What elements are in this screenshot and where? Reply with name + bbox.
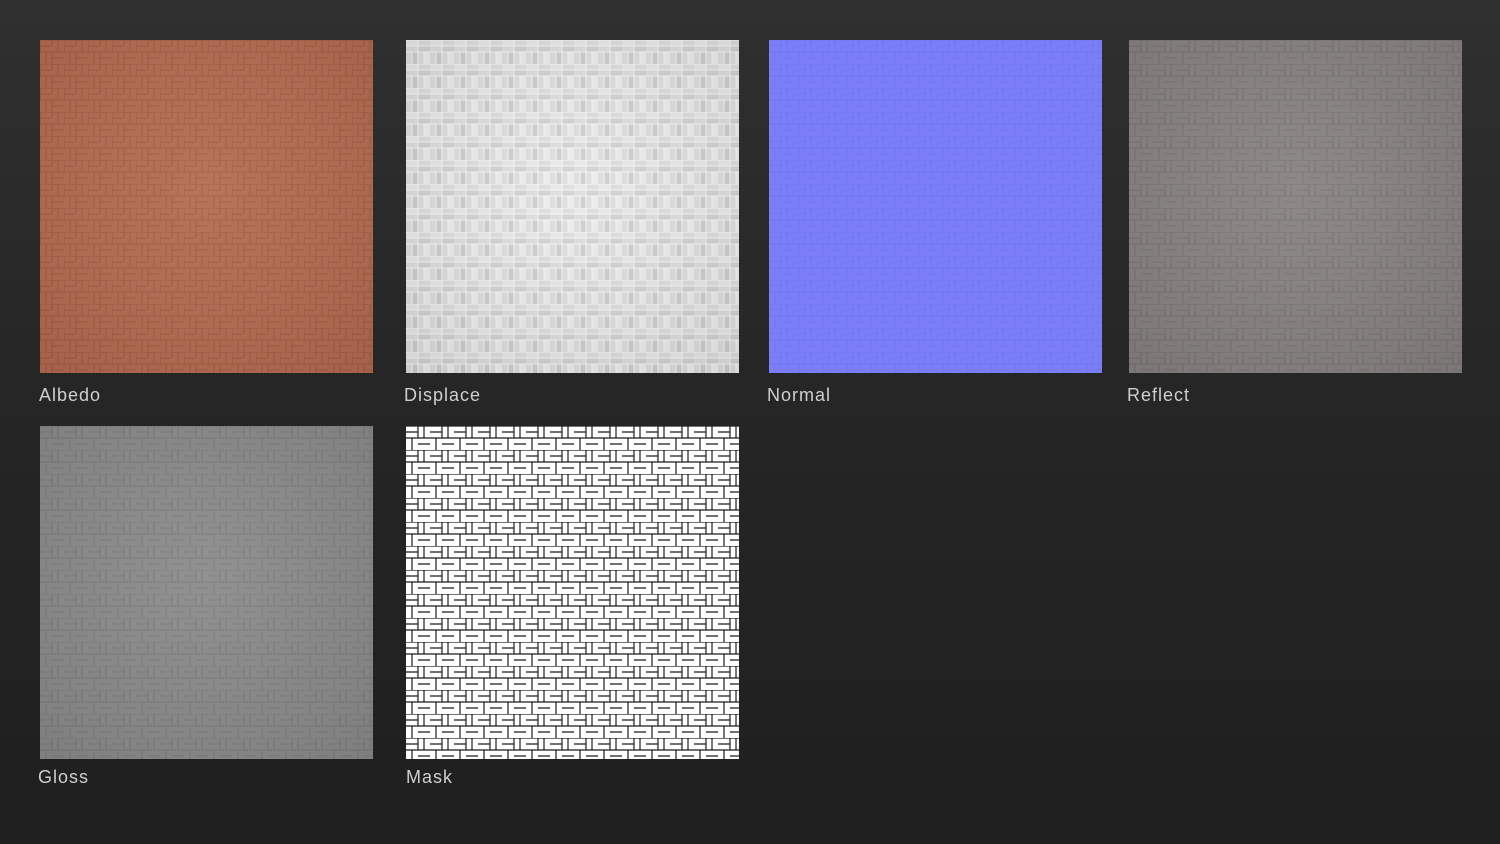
map-label-displace: Displace: [404, 385, 482, 405]
gloss-texture-swatch: [40, 426, 373, 759]
map-label-reflect: Reflect: [1127, 385, 1191, 405]
map-label-albedo: Albedo: [39, 385, 102, 405]
reflect-texture-swatch: [1129, 40, 1462, 373]
mask-texture-swatch: [406, 426, 739, 759]
map-tile-normal[interactable]: [769, 40, 1102, 373]
displace-texture-swatch: [406, 40, 739, 373]
map-tile-albedo[interactable]: [40, 40, 373, 373]
albedo-texture-swatch: [40, 40, 373, 373]
map-label-normal: Normal: [767, 385, 832, 405]
map-tile-reflect[interactable]: [1129, 40, 1462, 373]
normal-texture-swatch: [769, 40, 1102, 373]
map-tile-mask[interactable]: [406, 426, 739, 759]
map-label-mask: Mask: [406, 767, 454, 787]
map-label-gloss: Gloss: [38, 767, 90, 787]
map-tile-gloss[interactable]: [40, 426, 373, 759]
map-tile-displace[interactable]: [406, 40, 739, 373]
